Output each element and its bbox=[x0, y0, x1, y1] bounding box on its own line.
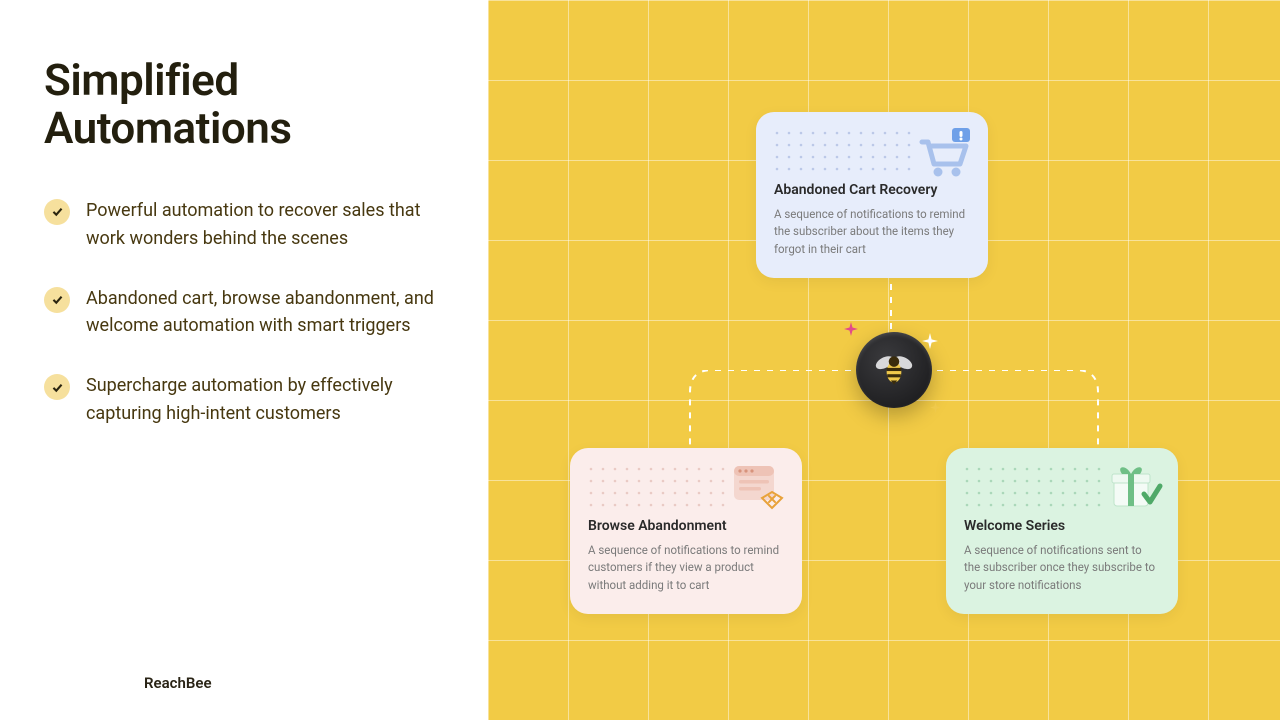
sparkle-icon bbox=[844, 322, 858, 336]
card-abandoned-cart: Abandoned Cart Recovery A sequence of no… bbox=[756, 112, 988, 278]
page-heading: Simplified Automations bbox=[44, 56, 444, 153]
sparkle-icon bbox=[930, 402, 941, 413]
bee-icon bbox=[873, 349, 915, 391]
card-browse-abandonment: Browse Abandonment A sequence of notific… bbox=[570, 448, 802, 614]
bullet-text: Abandoned cart, browse abandonment, and … bbox=[86, 285, 444, 341]
check-icon bbox=[44, 374, 70, 400]
check-icon bbox=[44, 287, 70, 313]
connector-line bbox=[924, 370, 1104, 448]
dot-pattern bbox=[964, 466, 1114, 512]
bullet-item: Supercharge automation by effectively ca… bbox=[44, 372, 444, 428]
gift-icon bbox=[1104, 458, 1164, 518]
card-desc: A sequence of notifications to remind cu… bbox=[588, 542, 784, 594]
cart-icon bbox=[914, 122, 974, 182]
bullet-item: Abandoned cart, browse abandonment, and … bbox=[44, 285, 444, 341]
dot-pattern bbox=[774, 130, 924, 176]
bullet-item: Powerful automation to recover sales tha… bbox=[44, 197, 444, 253]
card-desc: A sequence of notifications to remind th… bbox=[774, 206, 970, 258]
connector-line bbox=[885, 284, 897, 332]
bullet-text: Supercharge automation by effectively ca… bbox=[86, 372, 444, 428]
card-title: Browse Abandonment bbox=[588, 518, 784, 534]
card-title: Welcome Series bbox=[964, 518, 1160, 534]
connector-line bbox=[684, 370, 864, 448]
card-welcome-series: Welcome Series A sequence of notificatio… bbox=[946, 448, 1178, 614]
brand-label: ReachBee bbox=[144, 674, 212, 692]
browser-window-icon bbox=[728, 458, 788, 518]
dot-pattern bbox=[588, 466, 738, 512]
bullet-text: Powerful automation to recover sales tha… bbox=[86, 197, 444, 253]
illustration-panel: Abandoned Cart Recovery A sequence of no… bbox=[488, 0, 1280, 720]
content-panel: Simplified Automations Powerful automati… bbox=[0, 0, 488, 720]
card-desc: A sequence of notifications sent to the … bbox=[964, 542, 1160, 594]
sparkle-icon bbox=[922, 333, 938, 349]
check-icon bbox=[44, 199, 70, 225]
automation-hub bbox=[856, 332, 932, 408]
card-title: Abandoned Cart Recovery bbox=[774, 182, 970, 198]
bullet-list: Powerful automation to recover sales tha… bbox=[44, 197, 444, 428]
